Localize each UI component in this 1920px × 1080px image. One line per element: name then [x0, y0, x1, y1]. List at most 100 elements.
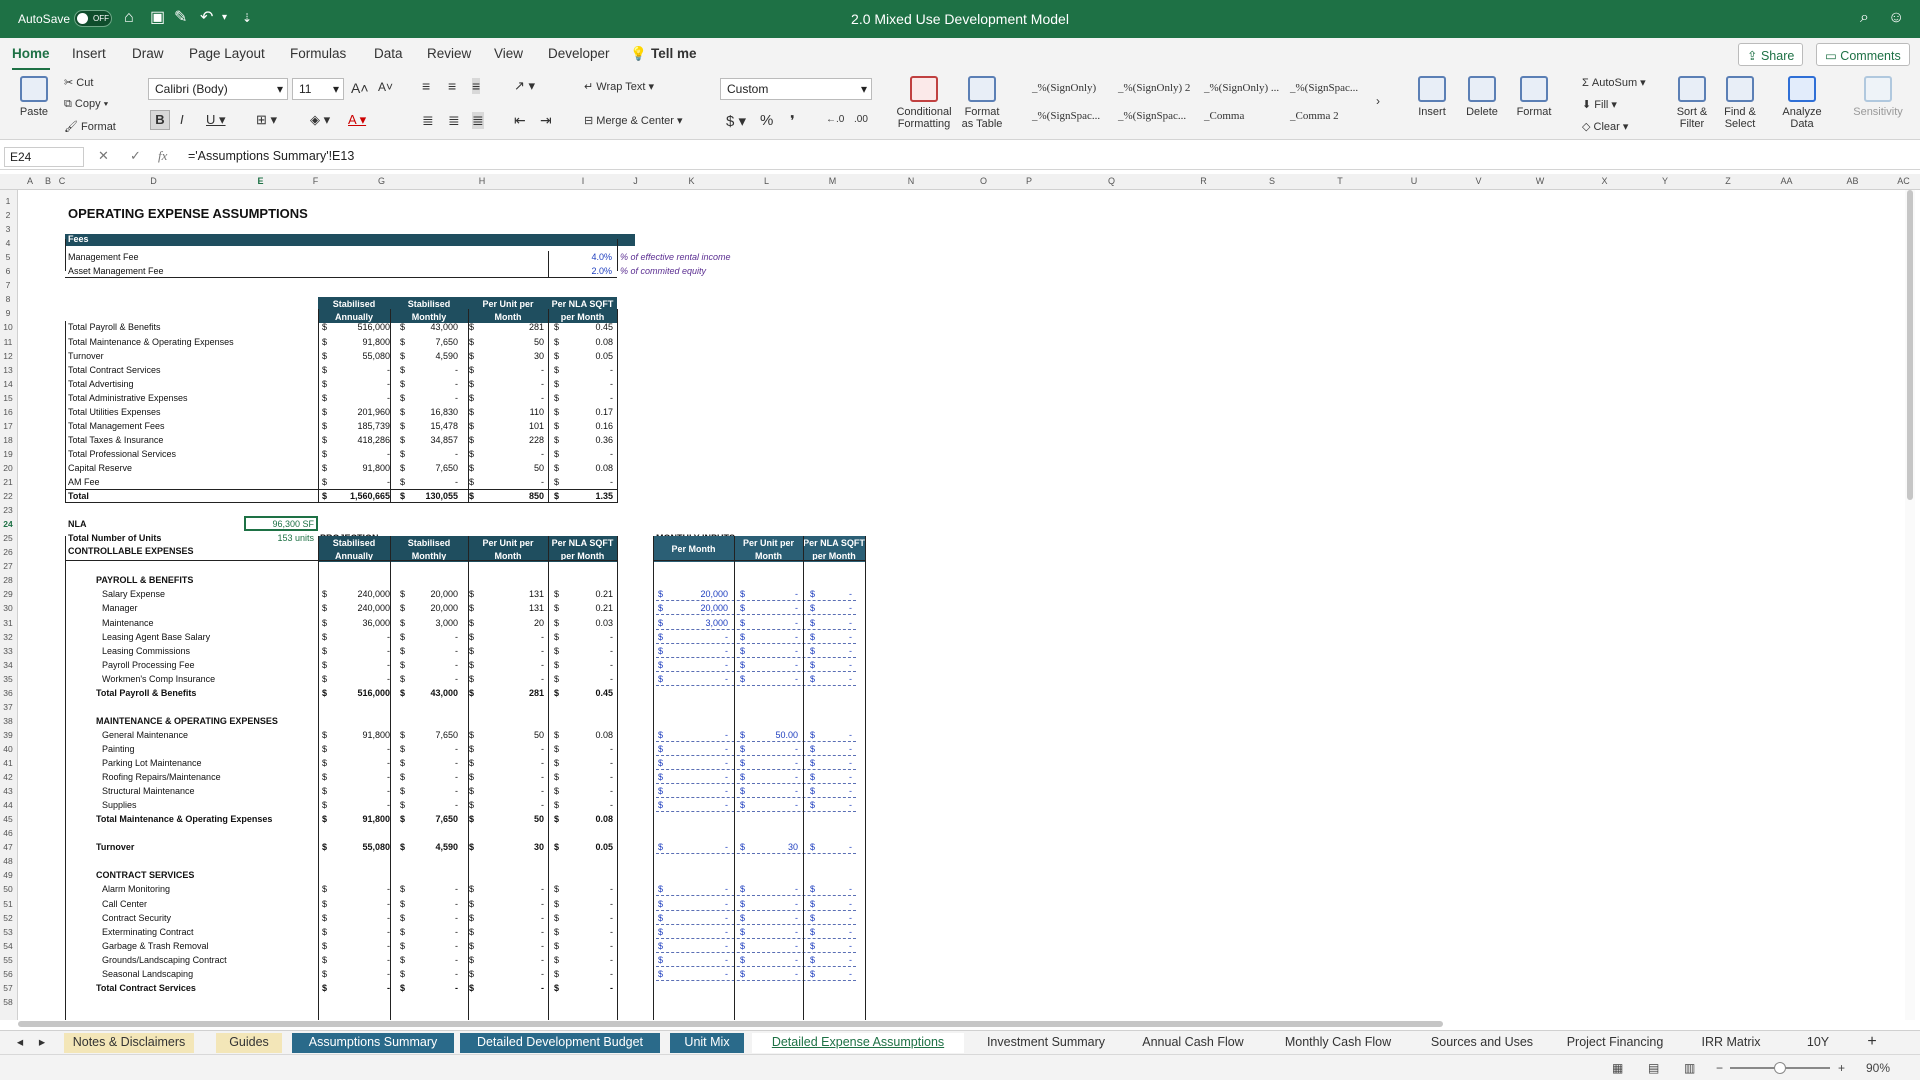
row-header[interactable]: 27 [0, 561, 16, 571]
input-per-sqft[interactable]: - [820, 631, 852, 643]
per-unit-value[interactable]: - [490, 968, 544, 980]
fill-color-icon[interactable]: ◈ ▾ [310, 112, 330, 128]
annual-value[interactable]: - [330, 645, 390, 657]
per-unit-value[interactable]: - [490, 771, 544, 783]
italic-button[interactable]: I [180, 112, 184, 127]
row-header[interactable]: 48 [0, 856, 16, 866]
selected-cell-e24[interactable] [244, 516, 318, 532]
column-header[interactable]: I [548, 176, 618, 186]
input-per-unit[interactable]: - [750, 912, 798, 924]
per-unit-value[interactable]: - [490, 898, 544, 910]
input-per-sqft[interactable]: - [820, 645, 852, 657]
per-sqft-value[interactable]: - [570, 968, 613, 980]
cell-style[interactable]: _%(SignSpac... [1032, 110, 1100, 122]
input-per-unit[interactable]: - [750, 883, 798, 895]
input-per-unit[interactable]: - [750, 757, 798, 769]
number-format-select[interactable]: Custom ▾ [720, 78, 872, 100]
column-header[interactable]: U [1371, 176, 1457, 186]
column-header[interactable]: R [1172, 176, 1235, 186]
input-per-unit[interactable]: - [750, 659, 798, 671]
input-per-sqft[interactable]: - [820, 617, 852, 629]
row-header[interactable]: 14 [0, 379, 16, 389]
column-header[interactable]: W [1500, 176, 1580, 186]
column-header[interactable]: A [18, 176, 42, 186]
monthly-value[interactable]: - [410, 631, 458, 643]
input-per-sqft[interactable]: - [820, 659, 852, 671]
row-header[interactable]: 23 [0, 505, 16, 515]
fee-value[interactable]: 2.0% [548, 265, 612, 277]
name-box[interactable]: E24 [4, 147, 84, 167]
cell-style[interactable]: _%(SignOnly) [1032, 82, 1096, 94]
input-per-sqft[interactable]: - [820, 954, 852, 966]
annual-value[interactable]: 516,000 [330, 687, 390, 699]
sort-filter-button[interactable]: Sort & Filter [1670, 76, 1714, 130]
monthly-value[interactable]: 43,000 [410, 321, 458, 333]
font-color-icon[interactable]: A ▾ [348, 112, 366, 128]
input-per-unit[interactable]: - [750, 588, 798, 600]
monthly-value[interactable]: 20,000 [410, 588, 458, 600]
increase-decimal-icon[interactable]: ←.0 [826, 114, 844, 125]
sheet-tab[interactable]: Investment Summary [976, 1033, 1116, 1053]
row-header[interactable]: 52 [0, 913, 16, 923]
tab-view[interactable]: View [494, 46, 523, 61]
per-unit-value[interactable]: - [490, 883, 544, 895]
input-per-sqft[interactable]: - [820, 926, 852, 938]
monthly-value[interactable]: - [410, 645, 458, 657]
monthly-value[interactable]: 4,590 [410, 841, 458, 853]
input-per-sqft[interactable]: - [820, 588, 852, 600]
input-per-month[interactable]: - [670, 898, 728, 910]
annual-value[interactable]: - [330, 771, 390, 783]
horizontal-scrollbar[interactable] [18, 1020, 1898, 1028]
per-sqft-value[interactable]: - [570, 448, 613, 460]
per-unit-value[interactable]: 50 [490, 336, 544, 348]
column-header[interactable]: J [618, 176, 653, 186]
row-header[interactable]: 58 [0, 997, 16, 1007]
comma-format-icon[interactable]: ❜ [790, 112, 795, 130]
row-header[interactable]: 22 [0, 491, 16, 501]
monthly-value[interactable]: 43,000 [410, 687, 458, 699]
horizontal-scroll-thumb[interactable] [18, 1021, 1443, 1027]
per-unit-value[interactable]: 228 [490, 434, 544, 446]
column-header[interactable]: S [1235, 176, 1309, 186]
per-sqft-value[interactable]: - [570, 785, 613, 797]
input-per-month[interactable]: - [670, 729, 728, 741]
row-header[interactable]: 54 [0, 941, 16, 951]
row-header[interactable]: 30 [0, 603, 16, 613]
column-header[interactable]: D [70, 176, 237, 186]
annual-value[interactable]: 418,286 [330, 434, 390, 446]
input-per-month[interactable]: - [670, 631, 728, 643]
per-unit-value[interactable]: - [490, 659, 544, 671]
input-per-sqft[interactable]: - [820, 771, 852, 783]
align-bottom-icon[interactable]: ≡ [472, 78, 481, 94]
annual-value[interactable]: 185,739 [330, 420, 390, 432]
column-header[interactable]: O [960, 176, 1007, 186]
row-header[interactable]: 42 [0, 772, 16, 782]
per-sqft-value[interactable]: - [570, 673, 613, 685]
row-header[interactable]: 49 [0, 870, 16, 880]
input-per-month[interactable]: - [670, 673, 728, 685]
per-sqft-value[interactable]: 1.35 [570, 490, 613, 502]
monthly-value[interactable]: - [410, 771, 458, 783]
per-unit-value[interactable]: 281 [490, 687, 544, 699]
sheet-tab[interactable]: Detailed Development Budget [460, 1033, 660, 1053]
annual-value[interactable]: - [330, 448, 390, 460]
annual-value[interactable]: 91,800 [330, 462, 390, 474]
input-per-sqft[interactable]: - [820, 968, 852, 980]
conditional-formatting-button[interactable]: Conditional Formatting [894, 76, 954, 130]
row-header[interactable]: 39 [0, 730, 16, 740]
row-header[interactable]: 38 [0, 716, 16, 726]
check-icon[interactable]: ✓ [130, 148, 141, 164]
per-unit-value[interactable]: 30 [490, 841, 544, 853]
paste-button[interactable]: Paste [14, 76, 54, 118]
monthly-value[interactable]: - [410, 659, 458, 671]
column-header[interactable]: E [237, 176, 284, 186]
column-header[interactable]: L [730, 176, 803, 186]
input-per-month[interactable]: 20,000 [670, 602, 728, 614]
column-header[interactable]: AC [1887, 176, 1920, 186]
monthly-value[interactable]: - [410, 448, 458, 460]
monthly-value[interactable]: - [410, 476, 458, 488]
worksheet-grid[interactable]: OPERATING EXPENSE ASSUMPTIONS Fees Manag… [18, 190, 1900, 1020]
comments-button[interactable]: ▭ Comments [1816, 43, 1910, 66]
per-sqft-value[interactable]: - [570, 378, 613, 390]
zoom-slider[interactable] [1730, 1062, 1830, 1074]
